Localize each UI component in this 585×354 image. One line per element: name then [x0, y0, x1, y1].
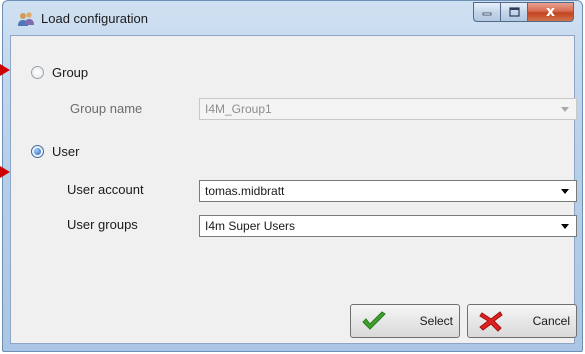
- caption-buttons: x: [473, 2, 574, 22]
- close-button[interactable]: x: [527, 2, 574, 22]
- chevron-down-icon[interactable]: [561, 106, 569, 112]
- maximize-icon: [508, 7, 520, 17]
- user-account-value: tomas.midbratt: [205, 184, 285, 198]
- select-button[interactable]: Select: [350, 304, 460, 338]
- dialog-body: Group Group name I4M_Group1 User User ac…: [10, 35, 577, 344]
- user-account-dropdown[interactable]: tomas.midbratt: [199, 180, 577, 202]
- users-icon: [18, 12, 34, 26]
- user-radio-button[interactable]: [31, 145, 44, 158]
- user-groups-value: I4m Super Users: [205, 219, 296, 233]
- user-radio-option[interactable]: User: [31, 144, 79, 159]
- group-radio-option[interactable]: Group: [31, 65, 88, 80]
- user-groups-dropdown[interactable]: I4m Super Users: [199, 215, 577, 237]
- close-icon: x: [545, 4, 556, 20]
- checkmark-icon: [362, 311, 386, 330]
- cancel-button-label: Cancel: [532, 314, 570, 328]
- group-radio-button[interactable]: [31, 66, 44, 79]
- chevron-down-icon[interactable]: [561, 223, 569, 229]
- maximize-button[interactable]: [500, 2, 527, 22]
- minimize-button[interactable]: [473, 2, 500, 22]
- annotation-arrow-group: [0, 64, 10, 76]
- user-radio-label: User: [52, 144, 80, 159]
- group-name-dropdown[interactable]: I4M_Group1: [199, 98, 577, 120]
- user-groups-label: User groups: [67, 217, 138, 232]
- user-account-label: User account: [67, 182, 144, 197]
- chevron-down-icon[interactable]: [561, 188, 569, 194]
- select-button-label: Select: [419, 314, 453, 328]
- annotation-arrow-user: [0, 166, 10, 178]
- window-title: Load configuration: [41, 11, 148, 26]
- group-name-label: Group name: [70, 101, 143, 116]
- load-configuration-dialog: Load configuration x Group Group name I4…: [2, 0, 583, 352]
- red-x-icon: [479, 311, 503, 332]
- cancel-button[interactable]: Cancel: [467, 304, 577, 338]
- title-bar[interactable]: Load configuration x: [3, 1, 582, 35]
- minimize-icon: [482, 12, 492, 16]
- group-name-value: I4M_Group1: [205, 102, 272, 116]
- group-radio-label: Group: [52, 65, 89, 80]
